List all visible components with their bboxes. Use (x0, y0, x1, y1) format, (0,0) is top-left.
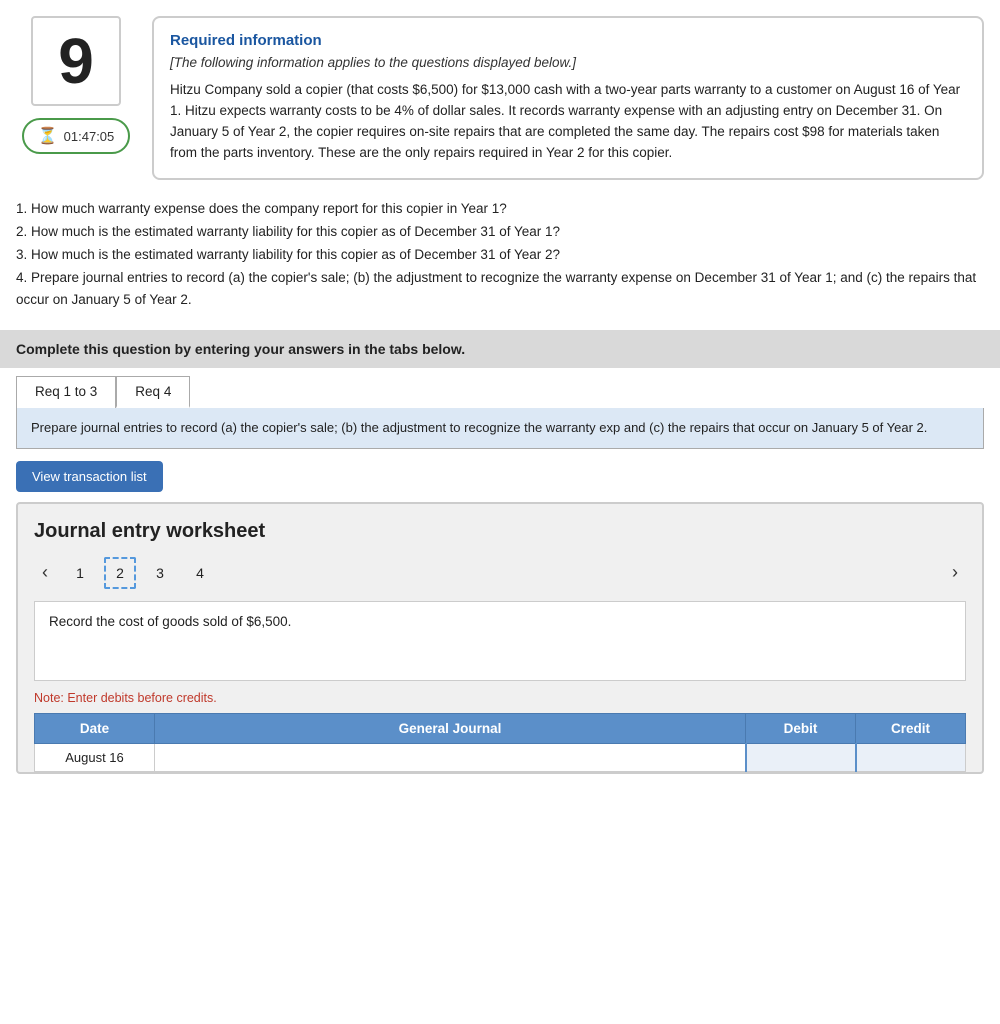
row-date: August 16 (35, 743, 155, 771)
tabs-container: Req 1 to 3 Req 4 (0, 368, 1000, 408)
view-transaction-button[interactable]: View transaction list (16, 461, 163, 492)
col-header-date: Date (35, 713, 155, 743)
col-header-credit: Credit (856, 713, 966, 743)
question-1: 1. How much warranty expense does the co… (16, 198, 984, 221)
general-journal-input[interactable] (165, 750, 735, 765)
worksheet-box: Journal entry worksheet ‹ 1 2 3 4 › Reco… (16, 502, 984, 774)
info-subtitle: [The following information applies to th… (170, 55, 966, 70)
record-box: Record the cost of goods sold of $6,500. (34, 601, 966, 681)
note-text: Note: Enter debits before credits. (34, 691, 966, 705)
prev-page-button[interactable]: ‹ (34, 560, 56, 585)
row-credit[interactable] (856, 743, 966, 771)
row-debit[interactable] (746, 743, 856, 771)
page-1[interactable]: 1 (64, 557, 96, 589)
question-4: 4. Prepare journal entries to record (a)… (16, 267, 984, 313)
journal-table: Date General Journal Debit Credit August… (34, 713, 966, 772)
tab-content-text: Prepare journal entries to record (a) th… (31, 420, 927, 435)
timer-box: ⏳ 01:47:05 (22, 118, 131, 154)
row-general-journal[interactable] (155, 743, 746, 771)
col-header-debit: Debit (746, 713, 856, 743)
tab-req4[interactable]: Req 4 (116, 376, 190, 408)
left-panel: 9 ⏳ 01:47:05 (16, 16, 136, 180)
record-text: Record the cost of goods sold of $6,500. (49, 614, 291, 629)
info-panel: Required information [The following info… (152, 16, 984, 180)
info-body: Hitzu Company sold a copier (that costs … (170, 80, 966, 164)
next-page-button[interactable]: › (944, 560, 966, 585)
col-header-general-journal: General Journal (155, 713, 746, 743)
tab-content-area: Prepare journal entries to record (a) th… (16, 408, 984, 449)
timer-icon: ⏳ (38, 126, 58, 146)
pagination-row: ‹ 1 2 3 4 › (34, 557, 966, 589)
question-number: 9 (31, 16, 121, 106)
info-title: Required information (170, 32, 966, 49)
page-3[interactable]: 3 (144, 557, 176, 589)
worksheet-title: Journal entry worksheet (34, 520, 966, 543)
tab-req1to3[interactable]: Req 1 to 3 (16, 376, 116, 408)
page-2[interactable]: 2 (104, 557, 136, 589)
credit-input[interactable] (867, 750, 956, 765)
page-4[interactable]: 4 (184, 557, 216, 589)
question-2: 2. How much is the estimated warranty li… (16, 221, 984, 244)
timer-value: 01:47:05 (64, 129, 115, 144)
complete-banner: Complete this question by entering your … (0, 330, 1000, 368)
questions-section: 1. How much warranty expense does the co… (0, 188, 1000, 323)
table-row: August 16 (35, 743, 966, 771)
debit-input[interactable] (757, 750, 845, 765)
question-3: 3. How much is the estimated warranty li… (16, 244, 984, 267)
